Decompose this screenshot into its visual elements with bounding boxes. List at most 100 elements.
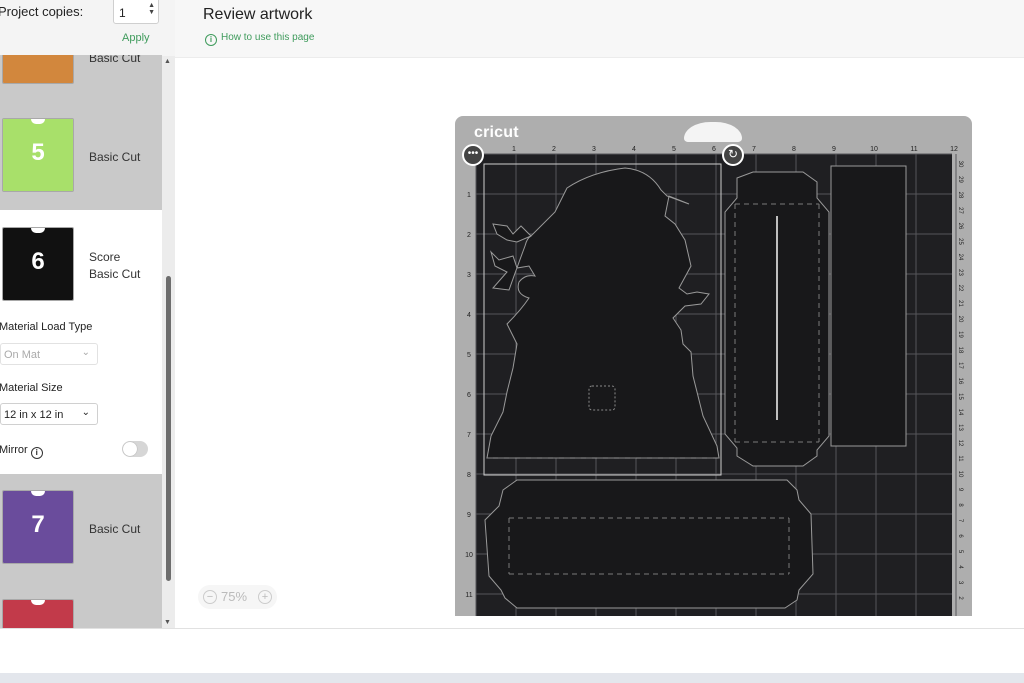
material-load-type-select[interactable]: On Mat ⌄ [0,343,98,365]
how-to-use-text: How to use this page [221,32,315,43]
mat-canvas-svg: 1 2 3 4 5 6 7 8 9 10 11 12 1234567891011 3029282726… [465,146,963,616]
ruler-right-label: 18 [957,347,963,354]
ruler-top-label: 4 [632,146,636,153]
ruler-right-label: 26 [957,223,963,230]
mirror-toggle[interactable] [122,441,148,457]
ruler-left-label: 7 [467,432,471,439]
apply-button[interactable]: Apply [122,32,150,44]
ruler-right: 3029282726252423222120191817161514131211… [957,161,963,601]
mat-number-6: 6 [31,248,45,275]
ruler-top-label: 7 [752,146,756,153]
zoom-in-button[interactable]: + [258,590,272,604]
sidebar-scrollbar[interactable]: ▲ ▼ [162,56,175,628]
ruler-right-label: 27 [957,207,963,214]
ruler-left-label: 10 [465,552,473,559]
info-icon[interactable]: i [30,447,43,459]
mat-card-8[interactable] [0,586,162,628]
project-copies-input[interactable]: 1 ▲ ▼ [113,0,159,24]
mat-label-6-cut: Basic Cut [89,267,141,281]
mat-card-6[interactable]: 6 Score Basic Cut Material Load Type On … [0,210,162,474]
material-size-value: 12 in x 12 in [4,409,64,421]
ruler-right-label: 29 [957,176,963,183]
mat-label-5: Basic Cut [89,150,141,164]
ruler-right-label: 4 [957,565,963,569]
mat-card-7[interactable]: 7 Basic Cut [0,474,162,586]
ruler-top-label: 2 [552,146,556,153]
bottom-action-bar [0,628,1024,673]
material-load-type-label: Material Load Type [0,321,93,333]
mat-label-7: Basic Cut [89,522,141,536]
box-bottom-panel [484,479,814,609]
ruler-right-label: 16 [957,378,963,385]
ruler-left-label: 5 [467,352,471,359]
ruler-right-label: 24 [957,254,963,261]
mat-thumbnail-8[interactable] [2,599,74,628]
ruler-top-label: 8 [792,146,796,153]
ruler-right-label: 28 [957,192,963,199]
ruler-left-label: 2 [467,232,471,239]
scroll-down-icon[interactable]: ▼ [164,619,171,626]
ruler-right-label: 17 [957,362,963,369]
ruler-top-label: 3 [592,146,596,153]
ruler-top-label: 12 [950,146,958,153]
ruler-left-label: 9 [467,512,471,519]
project-copies: Project copies: 1 ▲ ▼ Apply [0,0,162,55]
ruler-right-label: 22 [957,285,963,292]
how-to-use-link[interactable]: i How to use this page [205,32,314,46]
ruler-right-label: 11 [957,455,963,462]
ruler-top-label: 5 [672,146,676,153]
ruler-top-label: 6 [712,146,716,153]
material-size-select[interactable]: 12 in x 12 in ⌄ [0,403,98,425]
project-copies-label: Project copies: [0,4,84,19]
ruler-right-label: 20 [957,316,963,323]
ruler-top-label: 11 [910,146,917,153]
mat-thumbnail-6[interactable]: 6 [2,227,74,301]
scrollbar-thumb[interactable] [166,276,171,581]
project-copies-value: 1 [119,6,126,20]
ruler-right-label: 30 [957,161,963,168]
ruler-right-label: 25 [957,238,963,245]
mat-thumbnail-7[interactable]: 7 [2,490,74,564]
mat-card-5[interactable]: 5 Basic Cut [0,90,162,210]
material-load-type-value: On Mat [4,349,41,361]
ruler-right-label: 14 [957,409,963,416]
app-window: Basic Cut 5 Basic Cut 6 Score Basic Cut … [0,0,1024,683]
os-taskbar [0,673,1024,683]
mat-number-5: 5 [31,139,45,166]
zoom-out-button[interactable]: − [203,590,217,604]
ruler-left-label: 8 [467,472,471,479]
copies-stepper[interactable]: ▲ ▼ [148,2,155,16]
chevron-down-icon: ⌄ [81,407,90,418]
scroll-up-icon[interactable]: ▲ [164,58,171,65]
ruler-left-label: 3 [467,272,471,279]
ruler-right-label: 10 [957,471,963,478]
ruler-right-label: 19 [957,331,963,338]
ruler-right-label: 23 [957,269,963,276]
mat-number-7: 7 [31,511,45,538]
zoom-control: − 75% + [198,585,277,609]
ruler-right-label: 2 [957,596,963,600]
ruler-right-label: 13 [957,424,963,431]
ruler-left-label: 1 [467,192,471,199]
page-title: Review artwork [203,6,313,23]
ruler-left-label: 11 [465,592,472,599]
mat-thumbnail-5[interactable]: 5 [2,118,74,192]
chevron-down-icon: ⌄ [81,347,90,358]
ruler-top-label: 9 [832,146,836,153]
ruler-left-label: 4 [467,312,471,319]
ruler-right-label: 9 [957,488,963,492]
page-header: Review artwork i How to use this page [175,0,1024,58]
cutting-mat[interactable]: cricut 1 2 3 4 5 6 7 8 9 10 11 12 1 2 3 4 5 6 7 8 9 10 11 30 2… [455,116,972,616]
mirror-label: Mirror i [0,444,43,459]
ruler-left: 1 2 3 4 5 6 7 8 9 10 11 [465,192,473,599]
more-options-button[interactable]: ••• [462,144,484,166]
ruler-right-label: 12 [957,440,963,447]
mat-label-6-score: Score [89,250,121,264]
ruler-top-label: 1 [512,146,516,153]
info-icon: i [205,34,217,46]
ruler-top-label: 10 [870,146,878,153]
rotate-icon[interactable]: ↻ [722,144,744,166]
ruler-right-label: 15 [957,393,963,400]
ruler-right-label: 21 [957,300,963,307]
toggle-knob [123,442,137,456]
